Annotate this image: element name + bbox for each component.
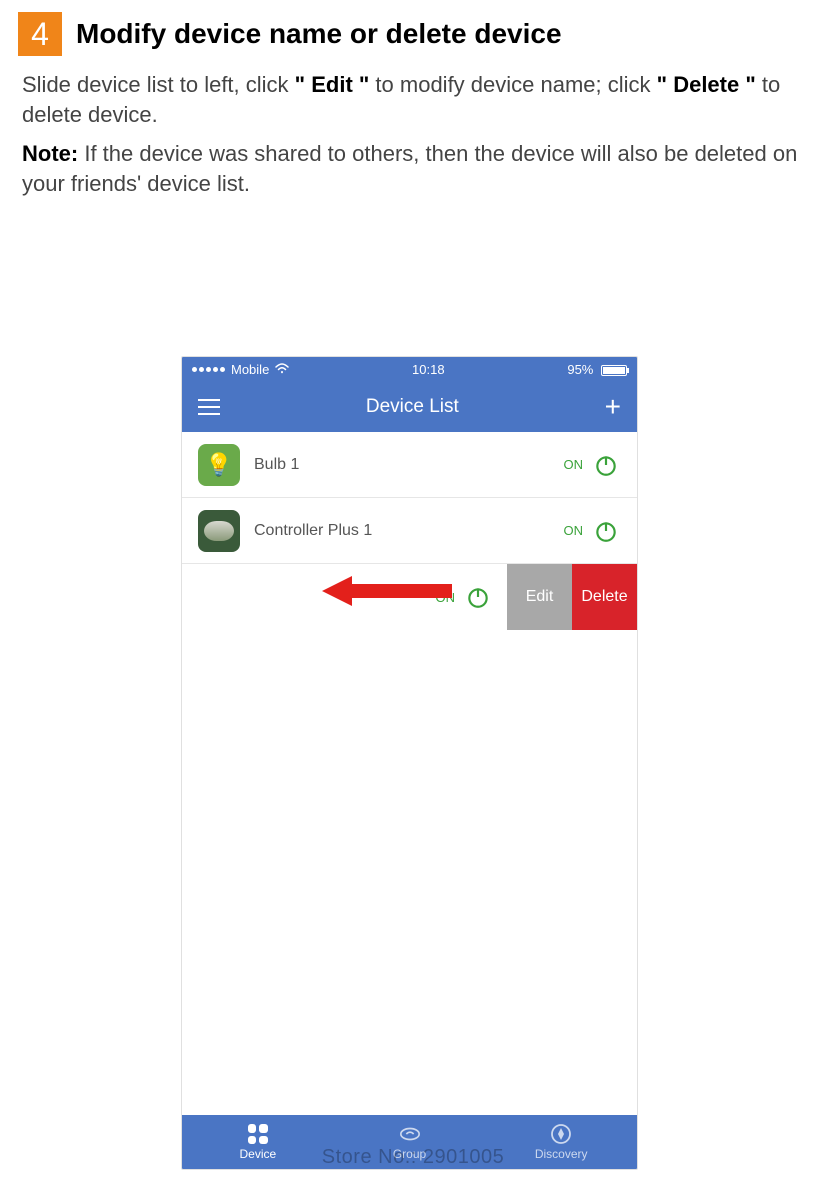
device-name: oller Plus 2 xyxy=(181,588,436,606)
watermark: Store No.: 2901005 xyxy=(322,1146,504,1169)
delete-keyword: " Delete " xyxy=(657,72,756,97)
wifi-icon xyxy=(275,362,289,377)
doc-title: Modify device name or delete device xyxy=(76,18,562,50)
link-icon xyxy=(399,1123,421,1145)
device-name: Bulb 1 xyxy=(254,456,564,474)
battery-icon xyxy=(601,365,627,376)
instruction-text: Slide device list to left, click " Edit … xyxy=(22,70,804,129)
swiped-device-row[interactable]: oller Plus 2 ON Edit Delete xyxy=(182,564,637,630)
device-name: Controller Plus 1 xyxy=(254,522,564,540)
phone-screenshot: Mobile 10:18 95% Device List + 💡 Bulb 1 … xyxy=(181,356,638,1170)
power-button[interactable] xyxy=(463,582,493,612)
text: to modify device name; click xyxy=(369,72,656,97)
device-state: ON xyxy=(564,523,584,538)
device-row[interactable]: 💡 Bulb 1 ON xyxy=(182,432,637,498)
step-number-badge: 4 xyxy=(18,12,62,56)
edit-keyword: " Edit " xyxy=(295,72,370,97)
edit-button[interactable]: Edit xyxy=(507,564,572,630)
power-button[interactable] xyxy=(591,516,621,546)
device-state: ON xyxy=(436,590,456,605)
bulb-icon: 💡 xyxy=(198,444,240,486)
tab-label: Discovery xyxy=(535,1147,588,1161)
device-state: ON xyxy=(564,457,584,472)
power-button[interactable] xyxy=(591,450,621,480)
carrier-label: Mobile xyxy=(231,362,269,377)
signal-dots-icon xyxy=(192,367,225,372)
note-label: Note: xyxy=(22,141,78,166)
menu-icon[interactable] xyxy=(198,399,220,415)
nav-bar: Device List + xyxy=(182,382,637,432)
status-left: Mobile xyxy=(192,362,289,377)
grid-icon xyxy=(247,1123,269,1145)
nav-title: Device List xyxy=(366,396,459,418)
text: Slide device list to left, click xyxy=(22,72,295,97)
status-time: 10:18 xyxy=(412,362,445,377)
doc-header: 4 Modify device name or delete device xyxy=(0,0,826,56)
text: If the device was shared to others, then… xyxy=(22,141,797,196)
device-row[interactable]: Controller Plus 1 ON xyxy=(182,498,637,564)
controller-icon xyxy=(198,510,240,552)
doc-body: Slide device list to left, click " Edit … xyxy=(0,56,826,199)
compass-icon xyxy=(550,1123,572,1145)
note-text: Note: If the device was shared to others… xyxy=(22,139,804,198)
battery-label: 95% xyxy=(567,362,593,377)
add-icon[interactable]: + xyxy=(605,393,621,421)
delete-button[interactable]: Delete xyxy=(572,564,637,630)
status-bar: Mobile 10:18 95% xyxy=(182,357,637,382)
status-right: 95% xyxy=(567,362,627,377)
tab-device[interactable]: Device xyxy=(182,1115,334,1169)
tab-discovery[interactable]: Discovery xyxy=(485,1115,637,1169)
tab-label: Device xyxy=(239,1147,276,1161)
